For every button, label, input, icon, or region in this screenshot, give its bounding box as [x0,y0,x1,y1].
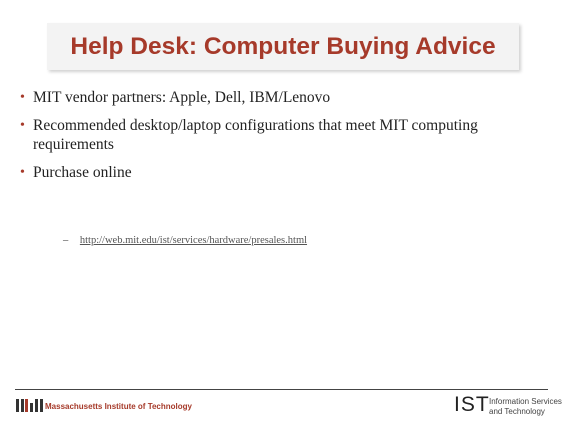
bullet-item: • Purchase online [20,163,540,182]
ist-name: Information Services and Technology [489,397,562,417]
ist-logo-text: IST [454,393,490,416]
sub-bullet: – http://web.mit.edu/ist/services/hardwa… [63,235,307,246]
bullet-text: Recommended desktop/laptop configuration… [33,117,478,153]
title-box: Help Desk: Computer Buying Advice [47,23,519,70]
ist-name-line2: and Technology [489,407,545,416]
slide: Help Desk: Computer Buying Advice • MIT … [0,0,564,424]
bullet-item: • MIT vendor partners: Apple, Dell, IBM/… [20,88,540,107]
presales-link[interactable]: http://web.mit.edu/ist/services/hardware… [80,235,307,246]
footer-divider [15,389,548,390]
bullet-dot-icon: • [20,90,25,105]
ist-logo-icon: IST [454,393,490,417]
slide-title: Help Desk: Computer Buying Advice [70,32,496,60]
mit-logo-icon [16,399,44,412]
bullet-dot-icon: • [20,118,25,133]
bullet-text: MIT vendor partners: Apple, Dell, IBM/Le… [33,89,331,106]
bullet-dot-icon: • [20,165,25,180]
mit-name: Massachusetts Institute of Technology [45,402,192,411]
ist-name-line1: Information Services [489,397,562,406]
bullet-list: • MIT vendor partners: Apple, Dell, IBM/… [20,88,540,191]
bullet-item: • Recommended desktop/laptop configurati… [20,116,540,154]
bullet-text: Purchase online [33,164,132,181]
sub-bullet-dash: – [63,235,69,246]
